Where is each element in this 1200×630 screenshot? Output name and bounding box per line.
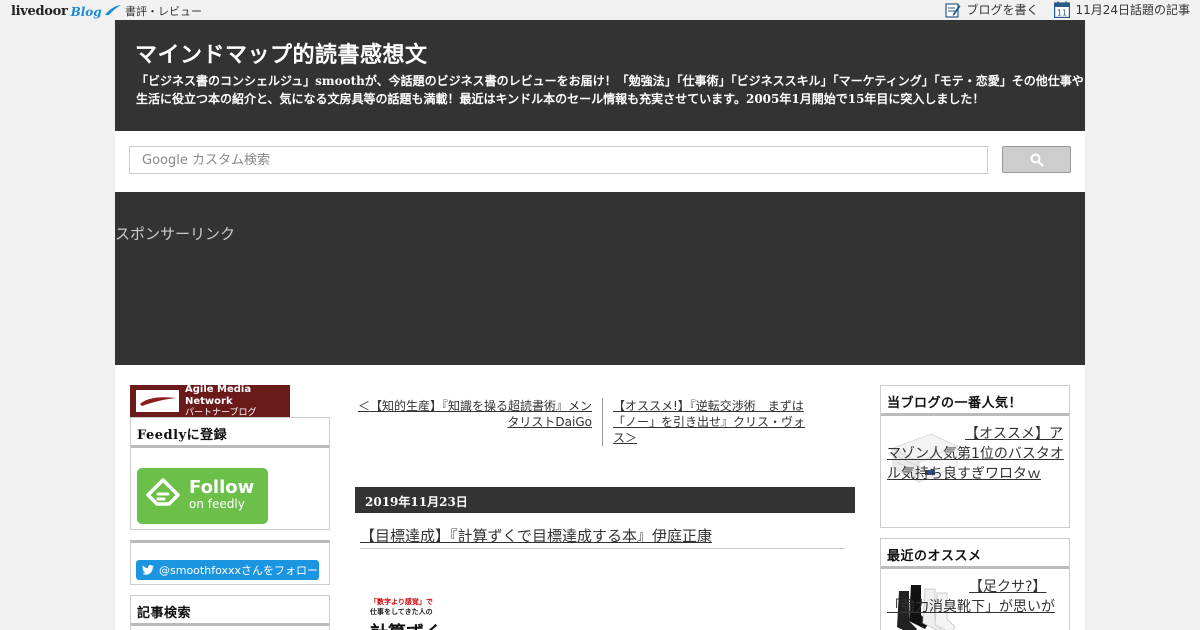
article-search-heading: 記事検索	[131, 596, 329, 626]
book-cover-line1: 「数字より感覚」で	[370, 598, 433, 606]
recommend-heading: 最近のオススメ	[881, 539, 1069, 569]
site-title[interactable]: マインドマップ的読書感想文	[135, 37, 428, 69]
prev-post-link[interactable]: ＜【知的生産】『知識を操る超読書術』メンタリストDaiGo	[355, 398, 592, 430]
amn-title: Agile Media Network	[185, 383, 252, 407]
book-cover-title: 計算ずく	[370, 619, 480, 630]
amn-logo-icon	[136, 390, 179, 412]
popular-article-link[interactable]: 【オススメ】アマゾン人気第1位のバスタオル気持ち良すぎワロタｗ	[887, 424, 1067, 484]
feedly-logo-icon	[146, 478, 180, 506]
post-date: 2019年11月23日	[355, 487, 855, 513]
calendar-icon: 11	[1054, 1, 1071, 18]
next-post-link[interactable]: 【オススメ!】『逆転交渉術 まずは「ノー」を引き出せ』クリス・ヴォス＞	[613, 398, 813, 446]
feedly-on-text: on feedly	[189, 497, 245, 511]
popular-widget: 当ブログの一番人気！ 【オススメ】アマゾン人気第1位のバスタオル気持ち良すぎワロ…	[880, 385, 1070, 528]
book-cover-image[interactable]: 「数字より感覚」で 仕事をしてきた人の 計算ずく	[370, 597, 480, 630]
feedly-follow-button[interactable]: Follow on feedly	[137, 468, 268, 524]
twitter-follow-label: @smoothfoxxxさんをフォロー	[159, 564, 318, 577]
amn-subtitle: パートナーブログ	[185, 407, 257, 418]
logo-swoosh-icon	[104, 5, 121, 15]
topbar-right: ブログを書く 11 11月24日話題の記事	[929, 1, 1190, 18]
amn-text: Agile Media Network パートナーブログ	[185, 384, 290, 419]
sponsor-area: スポンサーリンク	[115, 192, 1085, 365]
calendar-day-number: 11	[1057, 9, 1067, 18]
post-navigation: ＜【知的生産】『知識を操る超読書術』メンタリストDaiGo 【オススメ!】『逆転…	[355, 398, 855, 448]
article-search-widget: 記事検索	[130, 595, 330, 630]
livedoor-topbar: livedoor Blog 書評・レビュー ブログを書く 11 11月24日話題…	[0, 0, 1200, 20]
search-bar	[115, 131, 1085, 192]
logo-livedoor-text: livedoor	[11, 4, 68, 19]
twitter-widget: @smoothfoxxxさんをフォロー	[130, 540, 330, 585]
today-topics-label: 11月24日話題の記事	[1075, 3, 1190, 17]
logo-blog-text: Blog	[70, 5, 102, 19]
twitter-bird-icon	[142, 565, 154, 575]
twitter-follow-button[interactable]: @smoothfoxxxさんをフォロー	[136, 560, 319, 580]
post-nav-divider	[602, 398, 603, 446]
book-cover-line2: 仕事をしてきた人の	[370, 608, 433, 616]
feedly-widget: Feedlyに登録 Follow on feedly	[130, 417, 330, 530]
blog-header: マインドマップ的読書感想文 「ビジネス書のコンシェルジュ」smoothが、今話題…	[115, 20, 1085, 131]
feedly-heading: Feedlyに登録	[131, 418, 329, 448]
search-icon	[1030, 153, 1044, 167]
search-input[interactable]	[129, 146, 988, 174]
today-topics-link[interactable]: 11 11月24日話題の記事	[1054, 1, 1190, 18]
sponsor-label: スポンサーリンク	[115, 225, 236, 243]
post-title[interactable]: 【目標達成】『計算ずくで目標達成する本』伊庭正康	[360, 525, 845, 549]
livedoor-blog-logo[interactable]: livedoor Blog	[11, 1, 122, 19]
recommend-widget: 最近のオススメ 【足クサ?】「強力消臭靴下」が思いが	[880, 538, 1070, 630]
search-button[interactable]	[1002, 146, 1071, 173]
pencil-memo-icon	[945, 2, 961, 18]
amn-partner-banner[interactable]: Agile Media Network パートナーブログ	[130, 384, 290, 419]
popular-heading: 当ブログの一番人気！	[881, 386, 1069, 416]
site-description: 「ビジネス書のコンシェルジュ」smoothが、今話題のビジネス書のレビューをお届…	[136, 74, 1084, 106]
write-blog-label: ブログを書く	[966, 3, 1039, 17]
recommend-article-link[interactable]: 【足クサ?】「強力消臭靴下」が思いが	[887, 577, 1067, 617]
feedly-follow-text: Follow	[189, 477, 255, 498]
write-blog-link[interactable]: ブログを書く	[945, 1, 1038, 18]
main-content: Agile Media Network パートナーブログ Feedlyに登録 F…	[115, 365, 1085, 630]
category-link[interactable]: 書評・レビュー	[125, 3, 202, 19]
